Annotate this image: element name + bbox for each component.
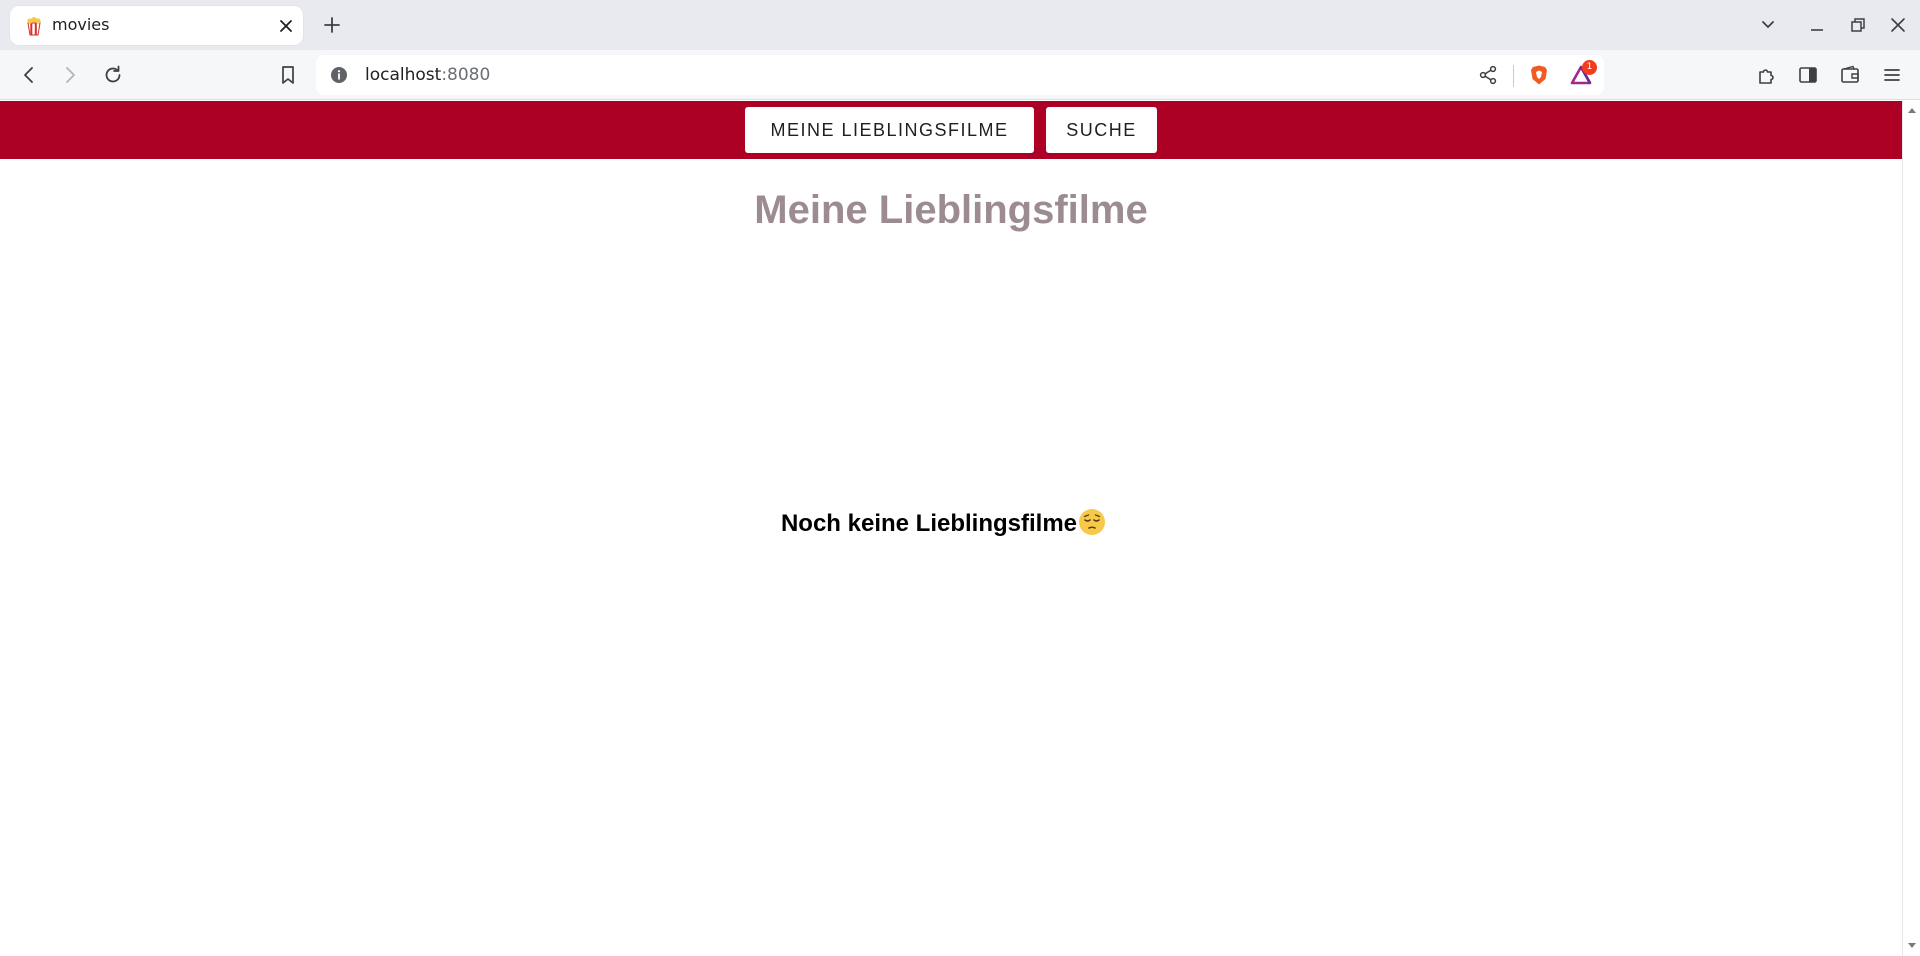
sidebar-icon[interactable] (1796, 63, 1820, 87)
url-port: :8080 (441, 65, 491, 85)
favorites-nav-button[interactable]: Meine Lieblingsfilme (745, 107, 1034, 153)
tab-search-chevron-icon[interactable] (1757, 14, 1779, 36)
app-navbar: Meine Lieblingsfilme Suche (0, 101, 1902, 159)
share-icon[interactable] (1477, 64, 1499, 86)
empty-state-message: Noch keine Lieblingsfilme (0, 508, 1887, 538)
pensive-face-icon (1079, 509, 1106, 535)
tab-strip: movies (0, 0, 1920, 50)
browser-tab[interactable]: movies (10, 6, 303, 45)
close-tab-icon[interactable] (276, 16, 296, 36)
page-viewport: Meine Lieblingsfilme Suche Meine Lieblin… (0, 101, 1902, 956)
popcorn-icon (27, 17, 41, 36)
new-tab-icon[interactable] (320, 13, 344, 37)
restore-icon[interactable] (1847, 14, 1869, 36)
bookmark-icon[interactable] (276, 63, 300, 87)
wallet-icon[interactable] (1838, 63, 1862, 87)
address-bar[interactable]: localhost:8080 1 (316, 55, 1604, 95)
back-icon[interactable] (17, 63, 41, 87)
scroll-down-icon[interactable] (1908, 941, 1916, 949)
empty-state-text: Noch keine Lieblingsfilme (780, 510, 1078, 537)
brave-shields-icon[interactable] (1528, 64, 1550, 86)
url-text: localhost:8080 (365, 65, 490, 85)
tab-title: movies (52, 15, 110, 34)
browser-toolbar: localhost:8080 1 (0, 50, 1920, 100)
site-info-icon[interactable] (330, 66, 348, 84)
reload-icon[interactable] (101, 63, 125, 87)
forward-icon[interactable] (58, 63, 82, 87)
menu-icon[interactable] (1880, 63, 1904, 87)
url-host: localhost (365, 65, 442, 85)
scroll-up-icon[interactable] (1908, 107, 1916, 115)
minimize-icon[interactable] (1806, 14, 1828, 36)
extensions-icon[interactable] (1755, 63, 1779, 87)
rewards-badge: 1 (1582, 60, 1597, 75)
search-nav-button[interactable]: Suche (1046, 107, 1157, 153)
close-window-icon[interactable] (1887, 14, 1909, 36)
address-bar-divider (1513, 65, 1514, 87)
vertical-scrollbar[interactable] (1902, 101, 1920, 956)
page-title: Meine Lieblingsfilme (754, 188, 1148, 232)
